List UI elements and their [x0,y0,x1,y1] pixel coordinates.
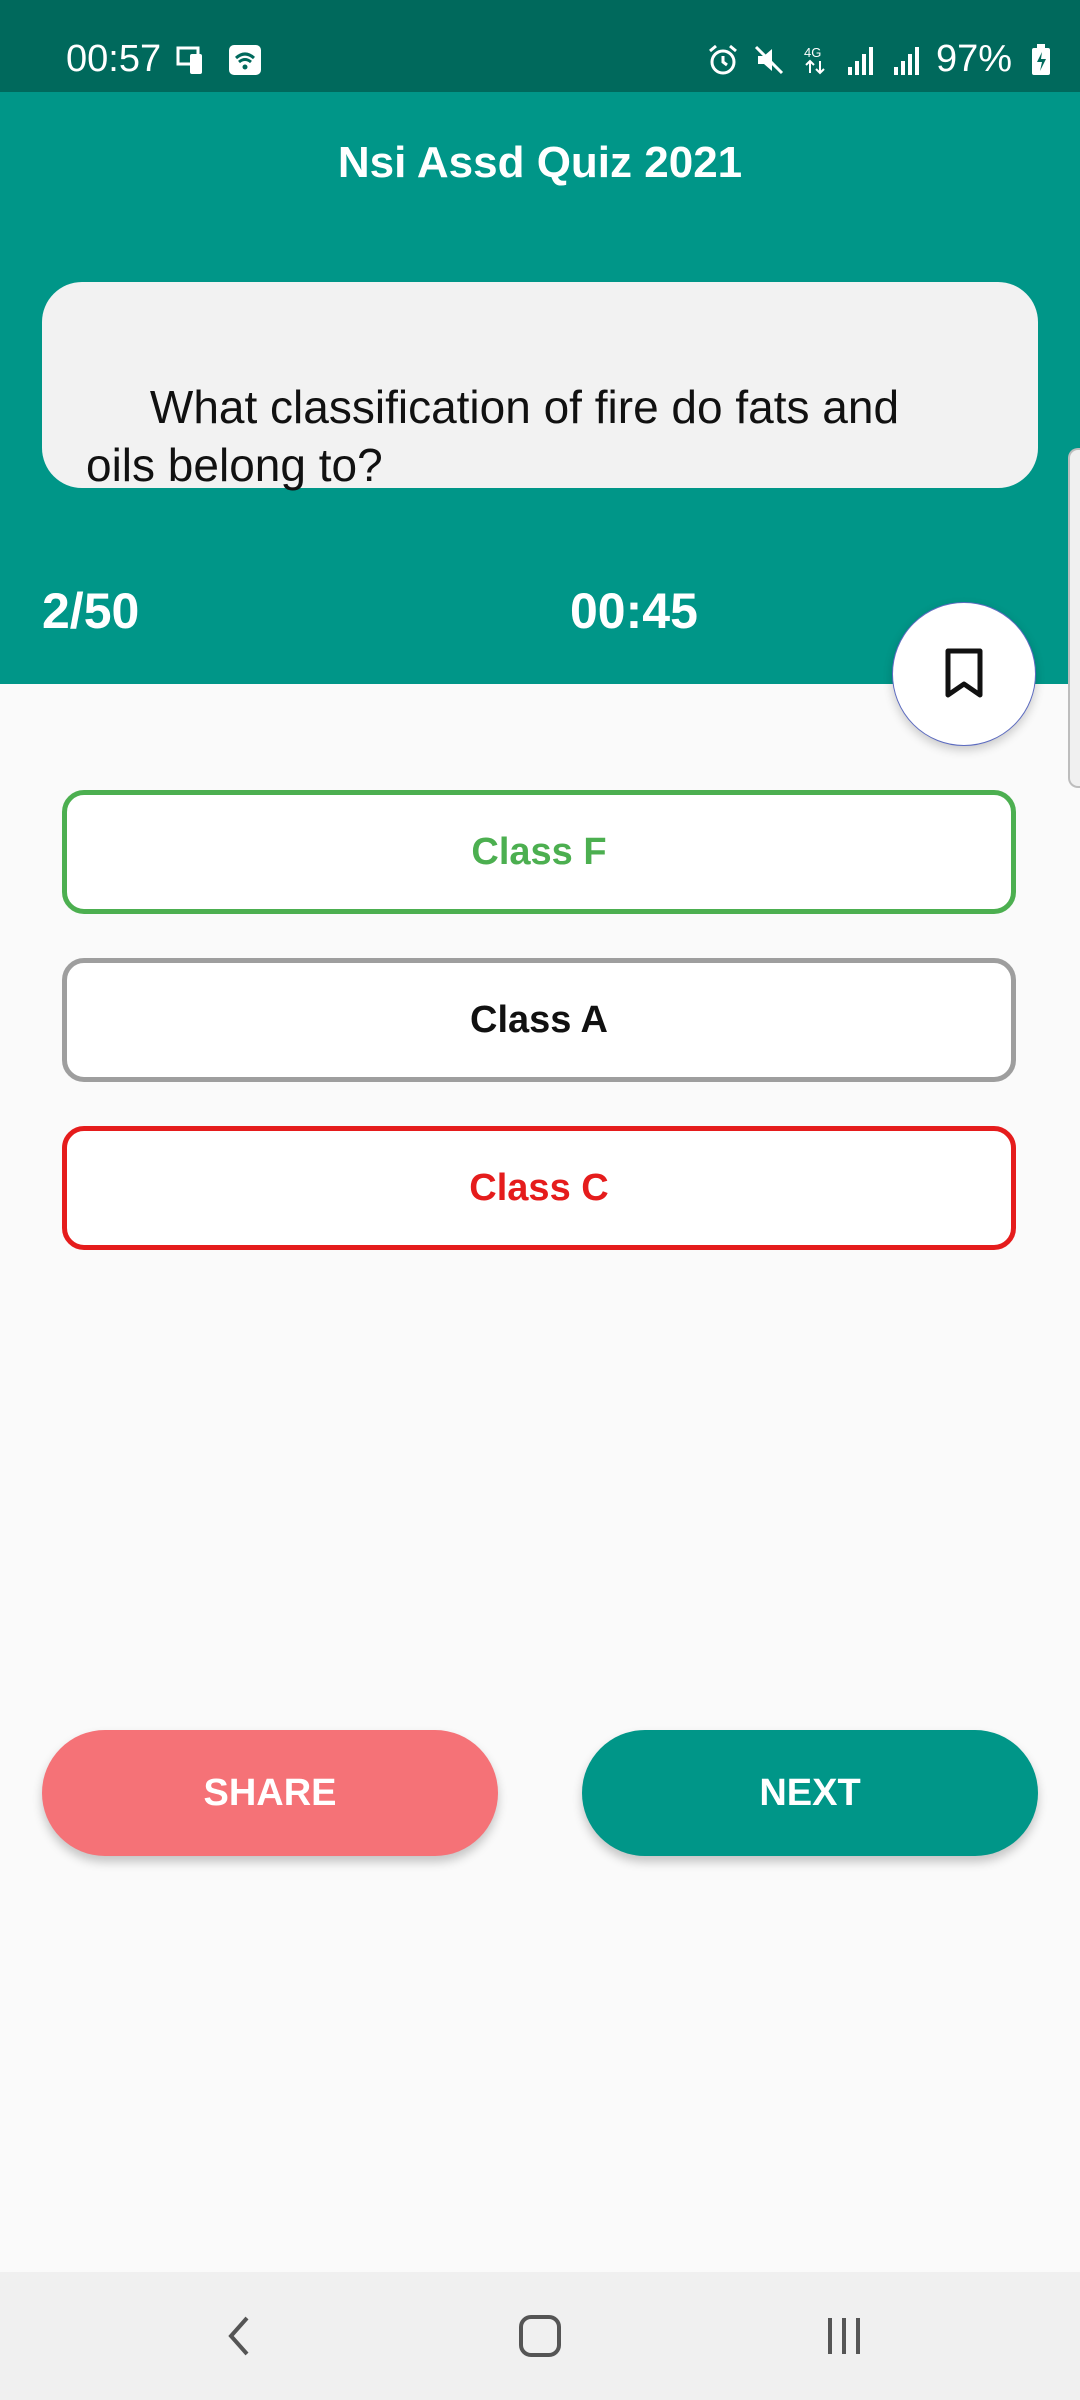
quiz-timer: 00:45 [570,583,698,639]
next-button[interactable]: NEXT [582,1730,1038,1856]
home-icon [519,2315,561,2357]
scroll-indicator[interactable] [1068,448,1080,788]
back-icon [228,2316,249,2356]
status-bar: 00:57 4G 97% [0,0,1080,92]
battery-percent: 97% [935,38,1012,80]
next-button-label: NEXT [759,1771,861,1814]
back-button[interactable] [208,2306,268,2366]
option-label: Class C [469,1166,609,1209]
signal-icon [890,43,924,77]
option-label: Class A [470,998,608,1041]
answer-option[interactable]: Class A [62,958,1016,1082]
mute-icon [752,43,786,77]
system-nav-bar [0,2272,1080,2400]
question-text: What classification of fire do fats and … [86,381,900,491]
question-counter: 2/50 [42,583,140,639]
answer-option-wrong[interactable]: Class C [62,1126,1016,1250]
screen-mirror-icon [176,46,202,74]
alarm-icon [706,43,740,77]
signal-icon [844,43,878,77]
status-left-icons [176,44,262,76]
wifi-calling-icon [229,45,261,75]
bookmark-icon [945,648,983,698]
home-button[interactable] [510,2306,570,2366]
status-right: 4G 97% [706,38,1058,81]
share-button-label: SHARE [203,1771,337,1814]
answer-option-correct[interactable]: Class F [62,790,1016,914]
recents-icon [828,2318,860,2354]
app-title: Nsi Assd Quiz 2021 [337,138,743,187]
bookmark-button[interactable] [892,602,1036,746]
data-arrows-icon: 4G [798,43,832,77]
svg-text:4G: 4G [804,45,821,60]
quiz-header: Nsi Assd Quiz 2021 What classification o… [0,92,1080,684]
battery-charging-icon [1024,43,1058,77]
question-card: What classification of fire do fats and … [42,282,1038,491]
share-button[interactable]: SHARE [42,1730,498,1856]
option-label: Class F [471,830,607,873]
status-time: 00:57 [66,38,162,80]
recents-button[interactable] [814,2306,874,2366]
